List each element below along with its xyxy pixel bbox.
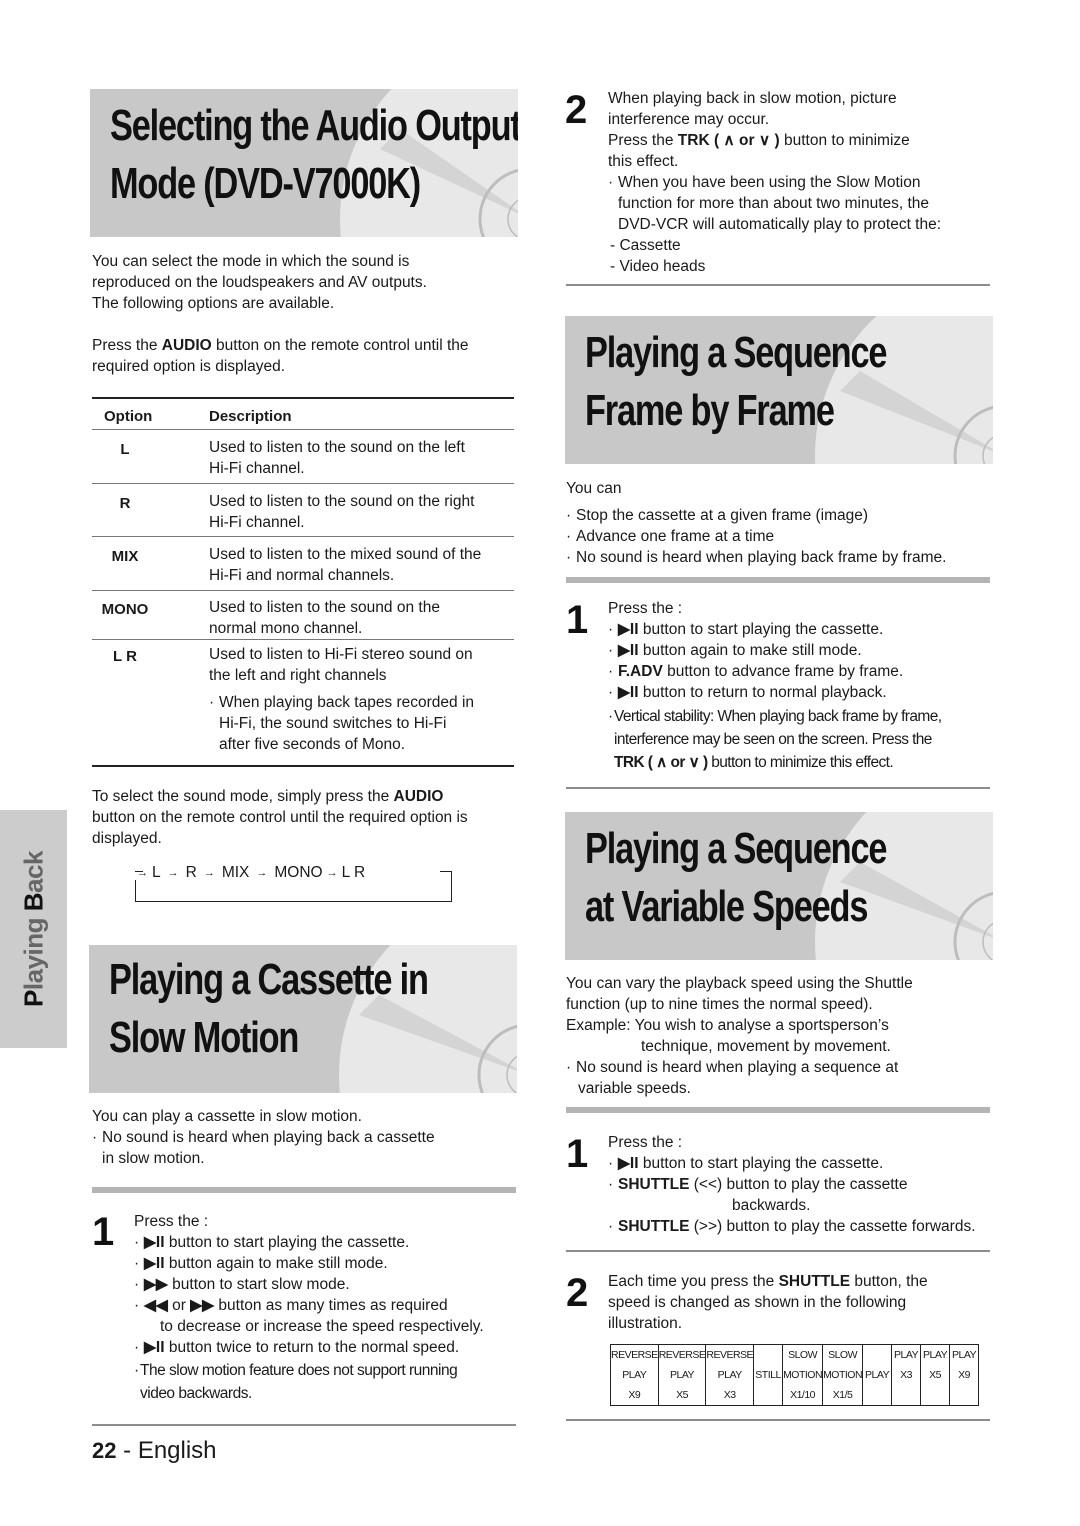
speed-cell: STILL	[753, 1344, 784, 1406]
shuttle-button-label: SHUTTLE	[778, 1273, 851, 1290]
trk-button-label: TRK ( ∧ or ∨ )	[677, 132, 780, 149]
table-header: Option Description	[92, 397, 514, 430]
play-pause-icon: ▶II	[618, 621, 639, 638]
section-title: Selecting the Audio Output Mode (DVD-V70…	[110, 101, 518, 208]
trk-button-label: TRK ( ∧ or ∨ )	[614, 754, 708, 771]
shuttle-speed-table: REVERSE PLAY X9 REVERSE PLAY X5 REVERSE PLAY X3 S…	[610, 1344, 980, 1406]
section-banner-slow-motion: Playing a Cassette in Slow Motion	[89, 945, 517, 1093]
divider	[566, 284, 990, 286]
shuttle-button-label: SHUTTLE	[618, 1218, 690, 1235]
section-banner-audio-output: Selecting the Audio Output Mode (DVD-V70…	[90, 89, 518, 237]
arrow-right-icon: →	[137, 867, 148, 879]
slow-motion-step1: Press the : · ▶II button to start playing…	[134, 1213, 484, 1402]
play-pause-icon: ▶II	[618, 642, 639, 659]
fadv-button-label: F.ADV	[618, 663, 663, 680]
divider	[92, 1424, 516, 1426]
audio-options-table: Option Description L Used to listen to t…	[92, 397, 514, 767]
speed-cell: REVERSE PLAY X9	[610, 1344, 659, 1406]
divider	[566, 1419, 990, 1421]
header-description: Description	[209, 408, 292, 425]
section-title: Playing a Cassette in Slow Motion	[109, 955, 429, 1062]
frame-by-frame-intro: You can · Stop the cassette at a given fr…	[566, 480, 947, 566]
step-number: 2	[565, 88, 588, 132]
speed-cell: PLAY X9	[949, 1344, 980, 1406]
arrow-right-icon: →	[256, 867, 268, 879]
shuttle-button-label: SHUTTLE	[618, 1176, 690, 1193]
table-row: MONO Used to listen to the sound on the n…	[92, 591, 514, 640]
table-row: L R Used to listen to Hi-Fi stereo sound…	[92, 640, 514, 767]
play-pause-icon: ▶II	[618, 1155, 639, 1172]
variable-speeds-step2: Each time you press the SHUTTLE button, …	[608, 1273, 928, 1332]
step-number: 1	[566, 1132, 589, 1176]
side-tab-playing-back: Playing Back	[0, 810, 67, 1048]
slow-motion-step2: When playing back in slow motion, pictur…	[608, 90, 942, 275]
divider	[566, 577, 990, 583]
speed-cell: SLOW MOTION X1/5	[822, 1344, 864, 1406]
fast-forward-icon: ▶▶	[144, 1276, 168, 1293]
table-row: MIX Used to listen to the mixed sound of…	[92, 537, 514, 591]
section-banner-frame-by-frame: Playing a Sequence Frame by Frame	[565, 316, 993, 464]
play-pause-icon: ▶II	[144, 1234, 165, 1251]
play-pause-icon: ▶II	[618, 684, 639, 701]
audio-press-instruction: Press the AUDIO button on the remote con…	[92, 337, 469, 375]
select-sound-mode-text: To select the sound mode, simply press t…	[92, 788, 468, 847]
page-number: 22	[92, 1438, 117, 1463]
speed-cell: PLAY X3	[891, 1344, 922, 1406]
step-number: 1	[92, 1210, 115, 1254]
step-number: 2	[566, 1271, 589, 1315]
audio-intro: You can select the mode in which the sou…	[92, 253, 427, 312]
table-row: R Used to listen to the sound on the rig…	[92, 484, 514, 537]
arrow-right-icon: →	[203, 867, 215, 879]
variable-speeds-intro: You can vary the playback speed using th…	[566, 975, 913, 1097]
arrow-right-icon: →	[326, 867, 338, 879]
play-pause-icon: ▶II	[144, 1255, 165, 1272]
table-row: L Used to listen to the sound on the lef…	[92, 430, 514, 484]
divider	[566, 787, 990, 789]
section-banner-variable-speeds: Playing a Sequence at Variable Speeds	[565, 812, 993, 960]
header-option: Option	[104, 408, 153, 425]
section-title: Playing a Sequence at Variable Speeds	[585, 824, 887, 931]
speed-cell: REVERSE PLAY X3	[705, 1344, 755, 1406]
slow-motion-intro: You can play a cassette in slow motion. …	[92, 1108, 435, 1167]
arrow-right-icon: →	[167, 867, 179, 879]
section-title: Playing a Sequence Frame by Frame	[585, 328, 887, 435]
speed-cell: PLAY X5	[920, 1344, 951, 1406]
page-footer: 22 - English	[92, 1437, 217, 1464]
play-pause-icon: ▶II	[144, 1339, 165, 1356]
fast-forward-icon: ▶▶	[190, 1297, 215, 1314]
divider	[92, 1187, 516, 1193]
speed-cell: PLAY	[862, 1344, 893, 1406]
frame-by-frame-step1: Press the : · ▶II button to start playing…	[608, 600, 942, 771]
page-language: English	[137, 1437, 217, 1464]
speed-cell: REVERSE PLAY X5	[657, 1344, 707, 1406]
divider	[566, 1250, 990, 1252]
divider	[566, 1107, 990, 1113]
speed-cell: SLOW MOTION X1/10	[782, 1344, 824, 1406]
rewind-icon: ◀◀	[144, 1297, 168, 1314]
step-number: 1	[566, 598, 589, 642]
variable-speeds-step1: Press the : · ▶II button to start playing…	[608, 1134, 976, 1235]
sound-mode-cycle-diagram: → L → R → MIX → MONO → L R	[133, 858, 453, 904]
